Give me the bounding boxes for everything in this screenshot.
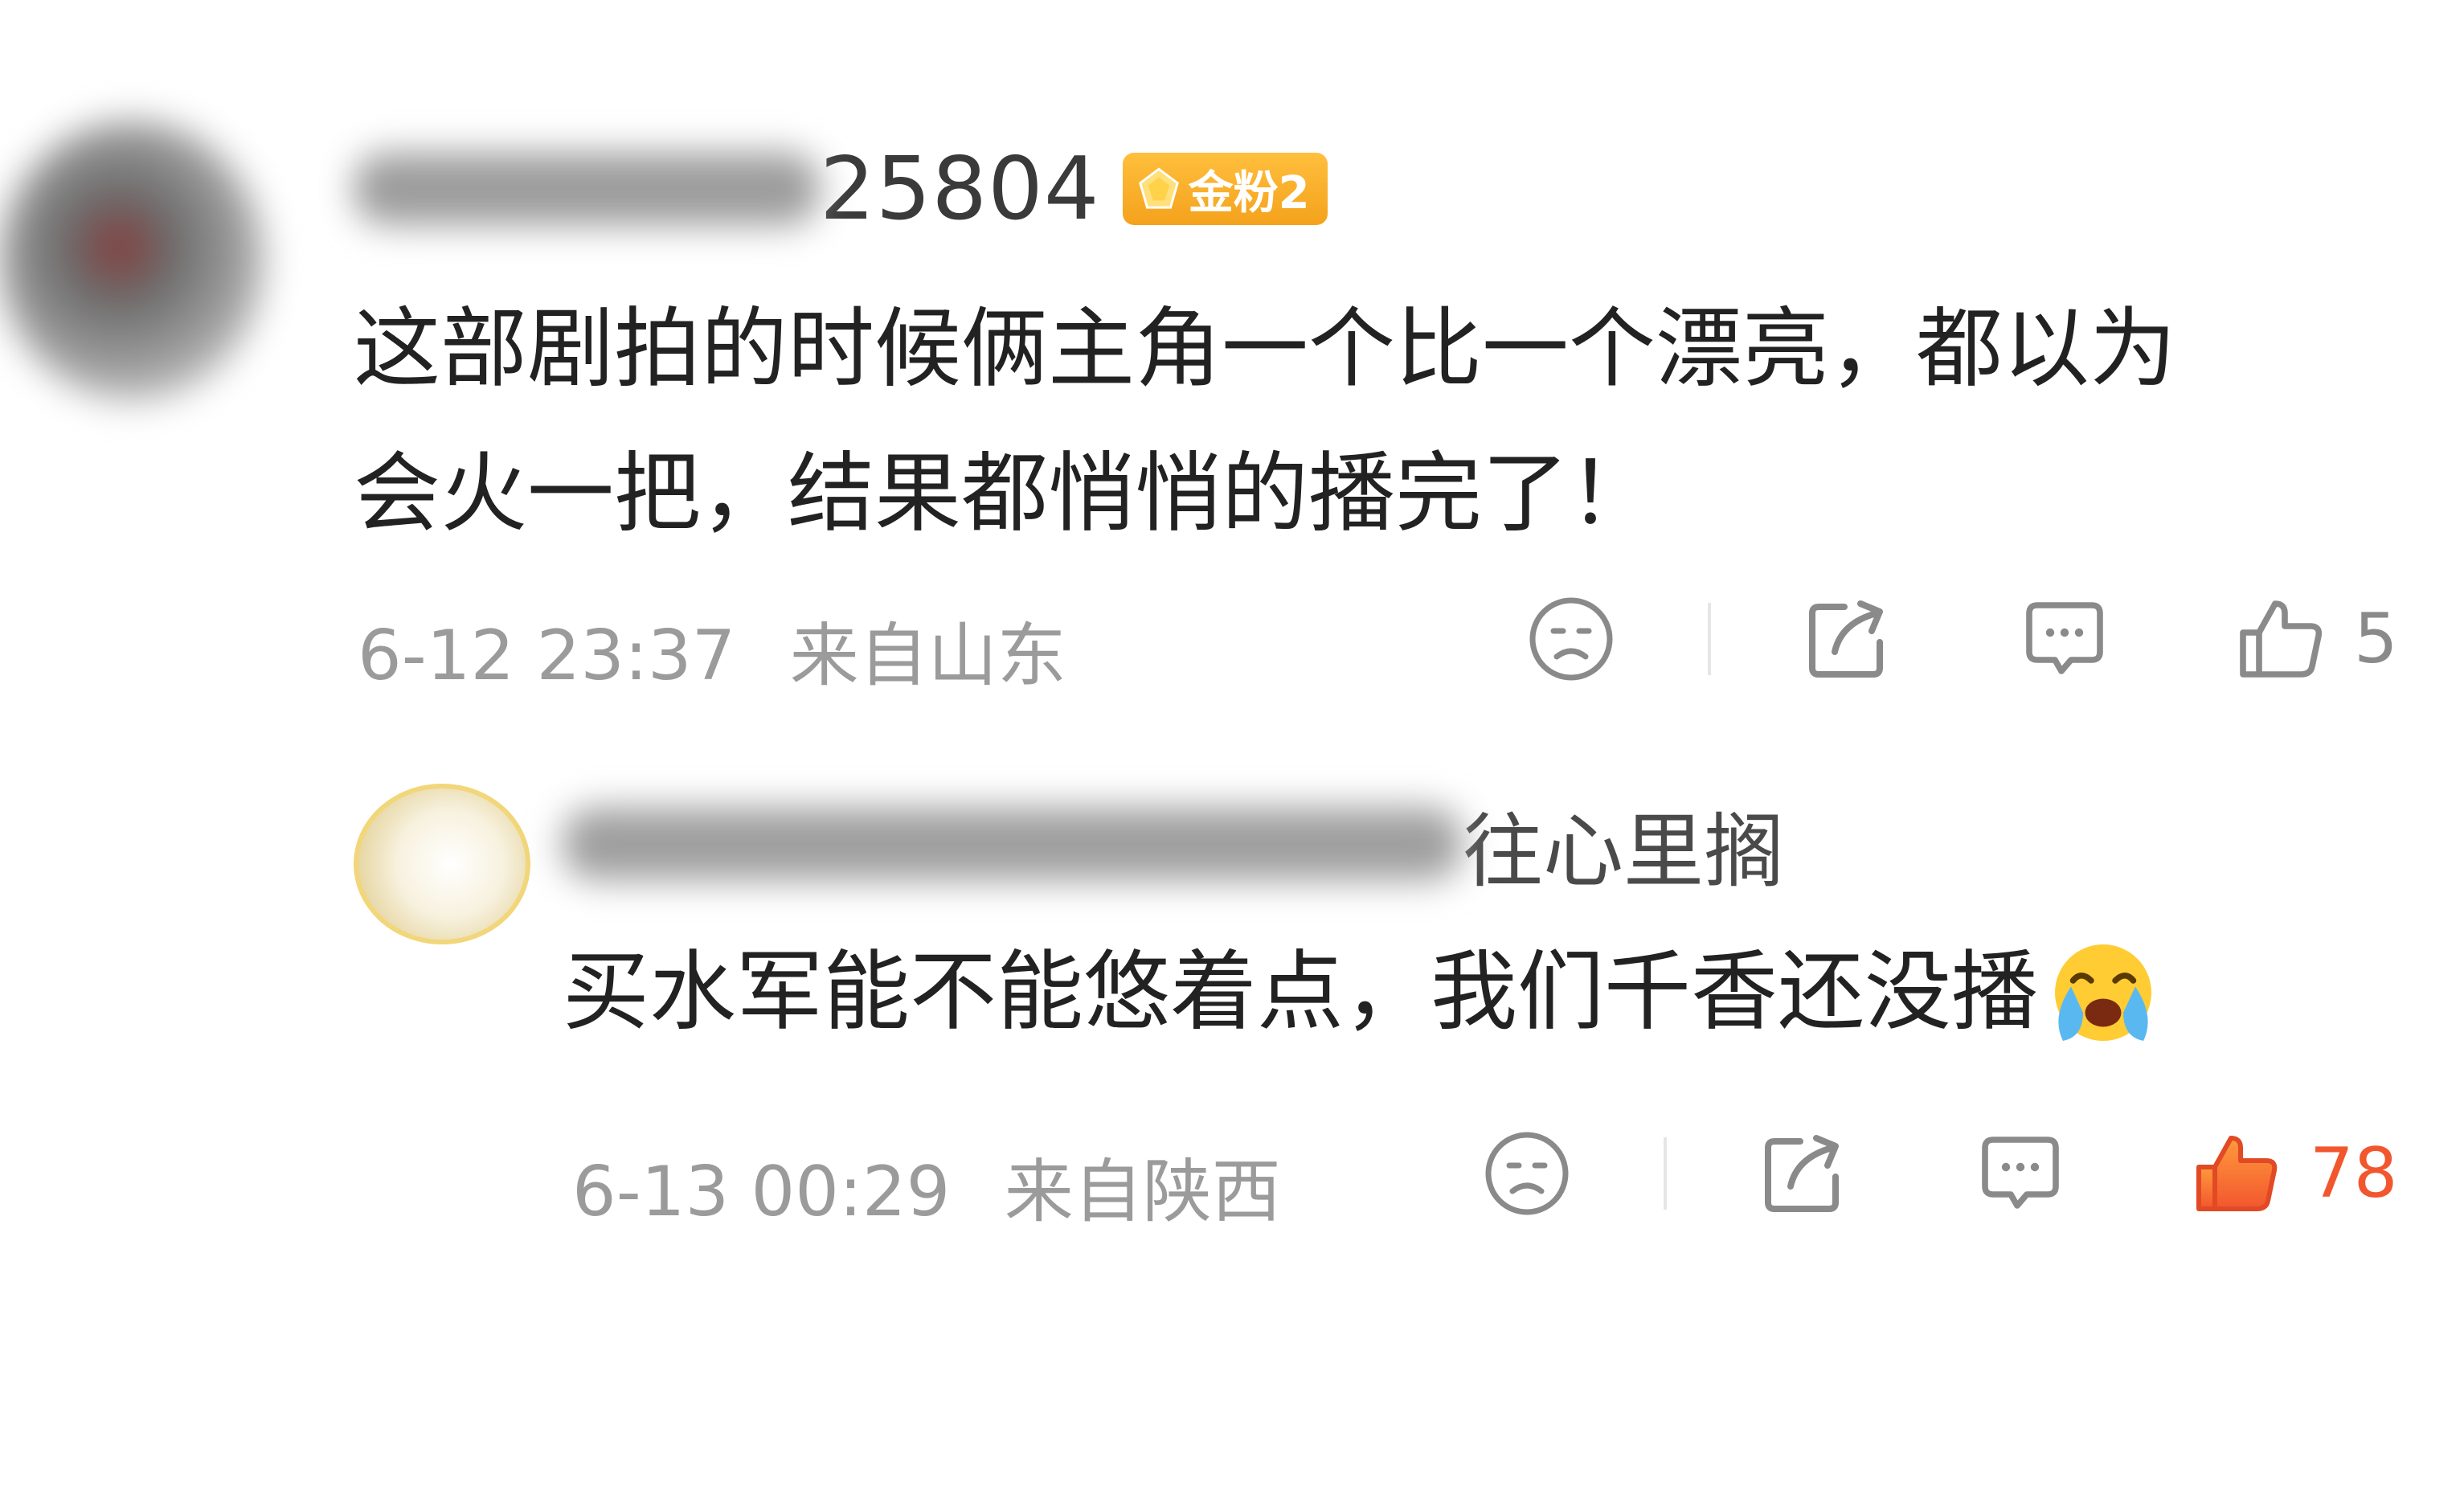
comment-meta: 6-12 23:37 来自山东 <box>358 599 1066 699</box>
thumbs-up-icon[interactable] <box>2233 591 2330 687</box>
like-count: 5 <box>2354 599 2398 679</box>
comment-time: 6-12 23:37 <box>358 616 736 696</box>
comment-text-line: 会火一把，结果都悄悄的播完了！ <box>354 444 1656 544</box>
diamond-icon <box>1138 167 1179 209</box>
avatar[interactable] <box>354 784 530 944</box>
username-blurred[interactable] <box>563 808 1463 880</box>
username-row: 25804 金粉2 <box>354 129 1328 249</box>
comment-icon[interactable] <box>2016 591 2113 687</box>
like-count: 78 <box>2310 1133 2398 1214</box>
comment-text: 这部剧拍的时候俩主角一个比一个漂亮，都以为 会火一把，结果都悄悄的播完了！ <box>354 277 2411 567</box>
comment-location: 来自陕西 <box>1004 1152 1281 1232</box>
comment-meta: 6-13 00:29 来自陕西 <box>572 1135 1281 1235</box>
fan-badge[interactable]: 金粉2 <box>1122 153 1328 225</box>
username-visible[interactable]: 25804 <box>820 139 1100 240</box>
comment-text-line: 这部剧拍的时候俩主角一个比一个漂亮，都以为 <box>354 299 2177 399</box>
comment-location: 来自山东 <box>789 616 1066 696</box>
comment-time: 6-13 00:29 <box>572 1152 951 1232</box>
dislike-face-icon[interactable] <box>1523 591 1619 687</box>
fan-badge-label: 金粉2 <box>1188 166 1310 219</box>
thumbs-up-filled-icon[interactable] <box>2189 1125 2286 1222</box>
crying-face-emoji-icon <box>2055 944 2152 1041</box>
comment-icon[interactable] <box>1972 1125 2069 1222</box>
share-icon[interactable] <box>1799 591 1896 687</box>
username-blurred[interactable] <box>354 153 820 225</box>
divider <box>1664 1137 1667 1210</box>
comment-text-line: 买水军能不能悠着点，我们千香还没播 <box>563 942 2039 1042</box>
action-bar: 5 <box>1523 591 2398 687</box>
dislike-face-icon[interactable] <box>1479 1125 1575 1222</box>
avatar-blurred[interactable] <box>0 121 265 402</box>
share-icon[interactable] <box>1755 1125 1852 1222</box>
username-visible[interactable]: 往心里搁 <box>1463 786 1784 903</box>
username-row: 往心里搁 <box>563 792 1784 899</box>
comment-text: 买水军能不能悠着点，我们千香还没播 <box>563 932 2411 1053</box>
divider <box>1708 603 1711 675</box>
action-bar: 78 <box>1479 1125 2397 1222</box>
